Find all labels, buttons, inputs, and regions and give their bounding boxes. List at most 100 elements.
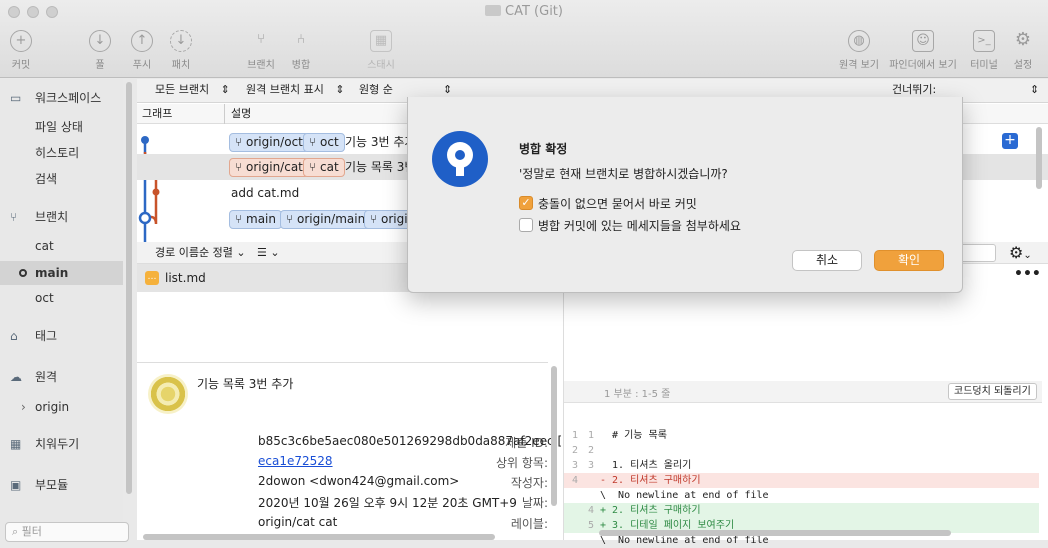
- commit-message: 기능 3번 추가: [345, 135, 416, 149]
- merge-confirm-dialog: 병합 확정 '정말로 현재 브랜치로 병합하시겠습니까? ✓ 충돌이 없으면 묻…: [407, 97, 963, 293]
- diff-line[interactable]: 4 + 2. 티셔츠 구매하기: [564, 503, 1039, 518]
- new-line-number: 1: [587, 430, 594, 441]
- pull-button[interactable]: ↓ 풀: [86, 30, 114, 71]
- diff-line[interactable]: 11 # 기능 목록: [564, 428, 1039, 443]
- hunk-header: 1 부분 : 1-5 줄 코드덩치 되돌리기: [564, 381, 1042, 403]
- sidebar-item-branches[interactable]: ⑂ 브랜치: [0, 205, 123, 229]
- parent-commit-link[interactable]: eca1e72528: [258, 454, 333, 468]
- fetch-button[interactable]: ↓ 패치: [167, 30, 195, 71]
- include-messages-checkbox[interactable]: [519, 218, 533, 232]
- terminal-button[interactable]: >_ 터미널: [966, 30, 1002, 71]
- order-select[interactable]: 원형 순: [359, 79, 393, 101]
- diff-line[interactable]: \ No newline at end of file: [564, 488, 1039, 503]
- graph-column-header[interactable]: 그래프: [142, 104, 172, 124]
- search-icon: ⌕: [12, 525, 22, 538]
- branch-tag[interactable]: ⑂ origin/cat: [229, 158, 309, 177]
- sidebar-item-search[interactable]: 검색: [0, 167, 123, 191]
- chevron-updown-icon: ⇕: [335, 83, 345, 96]
- old-line-number: 3: [571, 460, 578, 471]
- old-line-number: 1: [571, 430, 578, 441]
- sidebar-branch-oct[interactable]: oct: [0, 286, 123, 310]
- diff-line-text: - 2. 티셔츠 구매하기: [600, 475, 701, 486]
- arrow-down-icon: ↓: [89, 30, 111, 52]
- diff-line[interactable]: 22: [564, 443, 1039, 458]
- push-button[interactable]: ↑ 푸시: [128, 30, 156, 71]
- more-options-icon[interactable]: •••: [1014, 266, 1041, 282]
- parent-label: 상위 항목:: [495, 456, 548, 470]
- commit-if-no-conflict-checkbox[interactable]: ✓: [519, 196, 533, 210]
- branch-tag[interactable]: ⑂ cat: [303, 158, 345, 177]
- submodule-icon: ▣: [10, 478, 22, 492]
- revert-hunk-button[interactable]: 코드덩치 되돌리기: [948, 383, 1037, 400]
- commit-button[interactable]: + 커밋: [8, 30, 34, 71]
- sidebar-scrollbar[interactable]: [126, 82, 132, 494]
- commit-list-scrollbar[interactable]: [1036, 127, 1042, 189]
- sidebar-item-tags[interactable]: ⌂ 태그: [0, 324, 123, 348]
- column-divider: [224, 104, 225, 124]
- branch-tag[interactable]: ⑂ origin/oct: [229, 133, 309, 152]
- commit-id-value: b85c3c6be5aec080e501269298db0da887af2eec…: [258, 434, 563, 448]
- date-value: 2020년 10월 26일 오후 9시 12분 20초 GMT+9: [258, 496, 517, 510]
- title-bar: CAT (Git) + 커밋 ↓ 풀 ↑ 푸시 ↓ 패치 ⑂ 브랜치 ⑃ 병합 ▦ 스태시 ◍…: [0, 0, 1048, 78]
- labels-value: origin/cat cat: [258, 515, 338, 529]
- diff-line-text: \ No newline at end of file: [600, 490, 769, 501]
- branch-tag[interactable]: ⑂ origin/main: [280, 210, 372, 229]
- detail-scrollbar[interactable]: [551, 366, 557, 506]
- author-value: 2dowon <dwon424@gmail.com>: [258, 474, 460, 488]
- branch-tag[interactable]: ⑂ oct: [303, 133, 345, 152]
- description-column-header[interactable]: 설명: [231, 104, 251, 124]
- sidebar-branch-main[interactable]: main: [0, 261, 123, 285]
- chevron-down-icon: ⌄: [270, 246, 280, 259]
- sidebar-filter-input[interactable]: ⌕ 필터: [5, 522, 129, 542]
- include-messages-label[interactable]: 병합 커밋에 있는 메세지들을 첨부하세요: [538, 217, 741, 234]
- cancel-button[interactable]: 취소: [792, 250, 862, 271]
- show-in-finder-button[interactable]: ☺ 파인더에서 보기: [886, 30, 960, 71]
- dialog-title: 병합 확정: [519, 142, 568, 156]
- cloud-icon: ☁: [10, 370, 22, 384]
- current-branch-icon: [19, 269, 27, 277]
- branch-tag[interactable]: ⑂ main: [229, 210, 282, 229]
- sidebar-item-remotes[interactable]: ☁ 원격: [0, 365, 123, 389]
- diff-line[interactable]: 33 1. 티셔츠 올리기: [564, 458, 1039, 473]
- ok-button[interactable]: 확인: [874, 250, 944, 271]
- dialog-message: '정말로 현재 브랜치로 병합하시겠습니까?: [519, 167, 728, 181]
- sidebar-remote-origin[interactable]: › origin: [0, 395, 123, 419]
- diff-line-text: + 2. 티셔츠 구매하기: [600, 505, 701, 516]
- remote-branches-select[interactable]: 원격 브랜치 표시 ⇕: [246, 79, 345, 101]
- skip-chevron-icon[interactable]: ⇕: [1030, 79, 1039, 101]
- diff-line-text: 1. 티셔츠 올리기: [600, 460, 692, 471]
- remote-view-button[interactable]: ◍ 원격 보기: [836, 30, 882, 71]
- commit-detail-title: 기능 목록 3번 추가: [197, 377, 294, 391]
- detail-hscrollbar[interactable]: [143, 534, 495, 540]
- commit-message: 기능 목록 3번: [345, 160, 416, 174]
- old-line-number: 4: [571, 475, 578, 486]
- diff-hscrollbar[interactable]: [599, 530, 951, 536]
- settings-button[interactable]: ⚙ 설정: [1010, 30, 1036, 71]
- sourcetree-logo-icon: [432, 131, 488, 187]
- diff-line[interactable]: 4 - 2. 티셔츠 구매하기: [564, 473, 1039, 488]
- list-mode-select[interactable]: ☰ ⌄: [257, 242, 280, 264]
- gear-icon: ⚙: [1014, 29, 1032, 50]
- chevron-right-icon: ›: [21, 400, 26, 414]
- add-button[interactable]: +: [1002, 133, 1018, 149]
- merge-icon: ⑃: [297, 32, 305, 47]
- stash-button[interactable]: ▦ 스태시: [364, 30, 398, 71]
- folder-icon: [485, 5, 502, 16]
- branch-icon: ⑂: [10, 210, 18, 224]
- arrow-up-icon: ↑: [131, 30, 153, 52]
- gear-icon[interactable]: ⚙⌄: [1009, 242, 1032, 267]
- modified-file-icon: …: [145, 271, 159, 285]
- sidebar-branch-cat[interactable]: cat: [0, 234, 123, 258]
- fetch-icon: ↓: [170, 30, 192, 52]
- sidebar-item-stashes[interactable]: ▦ 치워두기: [0, 432, 123, 456]
- sidebar-item-file-status[interactable]: 파일 상태: [0, 115, 123, 139]
- branch-filter-select[interactable]: 모든 브랜치 ⇕: [155, 79, 230, 101]
- commit-if-no-conflict-label[interactable]: 충돌이 없으면 묻어서 바로 커밋: [538, 195, 697, 212]
- sidebar-item-submodules[interactable]: ▣ 부모듈: [0, 473, 123, 497]
- branch-button[interactable]: ⑂ 브랜치: [245, 30, 277, 71]
- merge-button[interactable]: ⑃ 병합: [287, 30, 315, 71]
- sidebar-item-history[interactable]: 히스토리: [0, 141, 123, 165]
- sort-select[interactable]: 경로 이름순 정렬 ⌄: [155, 242, 246, 264]
- sidebar-item-workspace[interactable]: ▭ 워크스페이스: [0, 86, 123, 110]
- new-line-number: 5: [587, 520, 594, 531]
